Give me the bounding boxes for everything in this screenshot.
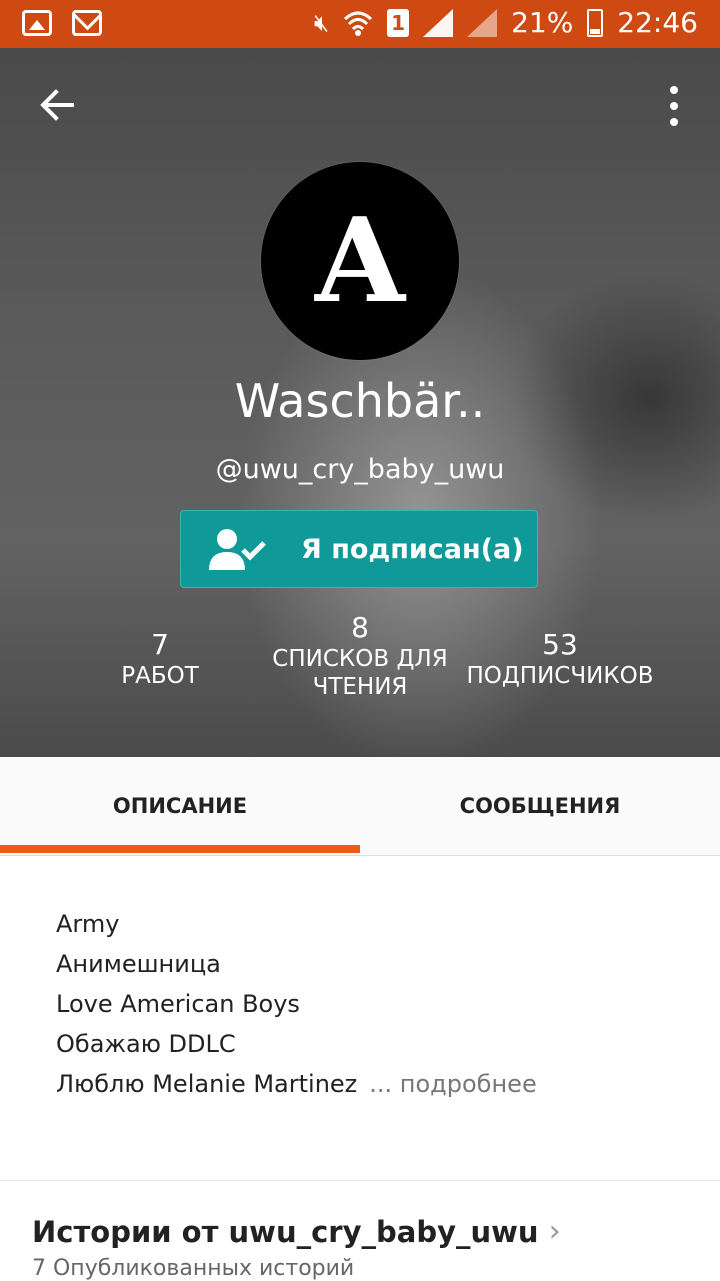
signal-icon bbox=[423, 8, 454, 37]
signal-icon-2 bbox=[467, 8, 498, 37]
divider bbox=[0, 1180, 720, 1181]
description-line: Обажаю DDLC bbox=[56, 1030, 236, 1058]
description-line: Анимешница bbox=[56, 950, 221, 978]
stat-reading-lists[interactable]: 8 СПИСКОВ ДЛЯ ЧТЕНИЯ bbox=[260, 611, 460, 701]
tab-messages[interactable]: СООБЩЕНИЯ bbox=[360, 757, 720, 855]
stat-followers-label: ПОДПИСЧИКОВ bbox=[466, 663, 654, 689]
stat-reading-lists-value: 8 bbox=[351, 611, 369, 644]
mute-icon: 🔇︎ bbox=[313, 8, 330, 37]
following-button-label: Я подписан(а) bbox=[301, 533, 524, 565]
stat-followers-value: 53 bbox=[542, 628, 578, 661]
status-bar: 🔇︎ 1 21% 22:46 bbox=[0, 0, 720, 48]
display-name: Waschbär.. bbox=[234, 374, 486, 428]
more-options-icon[interactable] bbox=[664, 86, 684, 126]
profile-header: A Waschbär.. @uwu_cry_baby_uwu Я подписа… bbox=[0, 48, 720, 757]
profile-description: Army Анимешница Love American Boys Обажа… bbox=[56, 904, 537, 1104]
description-last-line: Люблю Melanie Martinez ... подробнее bbox=[56, 1064, 537, 1104]
stories-count: 7 Опубликованных историй bbox=[32, 1256, 355, 1281]
description-line: Army bbox=[56, 910, 120, 938]
username: @uwu_cry_baby_uwu bbox=[215, 454, 505, 485]
following-button[interactable]: Я подписан(а) bbox=[180, 510, 538, 588]
description-line: Love American Boys bbox=[56, 990, 300, 1018]
user-check-icon bbox=[209, 529, 266, 570]
tab-description-label: ОПИСАНИЕ bbox=[112, 794, 248, 818]
stat-works[interactable]: 7 РАБОТ bbox=[60, 628, 260, 690]
sim-icon: 1 bbox=[387, 8, 410, 37]
tab-messages-label: СООБЩЕНИЯ bbox=[459, 794, 621, 818]
tab-selected-indicator bbox=[0, 845, 360, 853]
stat-followers[interactable]: 53 ПОДПИСЧИКОВ bbox=[450, 628, 670, 690]
battery-percent: 21% bbox=[511, 6, 574, 39]
stat-reading-lists-label-line1: СПИСКОВ ДЛЯ bbox=[272, 646, 448, 672]
battery-icon bbox=[587, 8, 604, 37]
avatar-letter: A bbox=[314, 193, 405, 329]
description-line: Люблю Melanie Martinez bbox=[56, 1070, 358, 1098]
stories-title: Истории от uwu_cry_baby_uwu bbox=[32, 1214, 539, 1249]
stat-works-value: 7 bbox=[151, 628, 169, 661]
avatar: A bbox=[261, 162, 459, 360]
read-more-link[interactable]: ... подробнее bbox=[369, 1070, 536, 1098]
wifi-icon bbox=[344, 11, 373, 36]
tab-description[interactable]: ОПИСАНИЕ bbox=[0, 757, 360, 855]
gallery-icon bbox=[22, 10, 52, 36]
stat-reading-lists-label-line2: ЧТЕНИЯ bbox=[312, 674, 408, 700]
profile-tabs: ОПИСАНИЕ СООБЩЕНИЯ bbox=[0, 757, 720, 856]
clock: 22:46 bbox=[617, 6, 698, 39]
mail-icon bbox=[72, 10, 102, 36]
chevron-right-icon: › bbox=[548, 1214, 561, 1249]
stat-works-label: РАБОТ bbox=[121, 663, 199, 689]
back-arrow-icon[interactable] bbox=[38, 86, 76, 124]
stories-section-header[interactable]: Истории от uwu_cry_baby_uwu › bbox=[32, 1214, 561, 1249]
